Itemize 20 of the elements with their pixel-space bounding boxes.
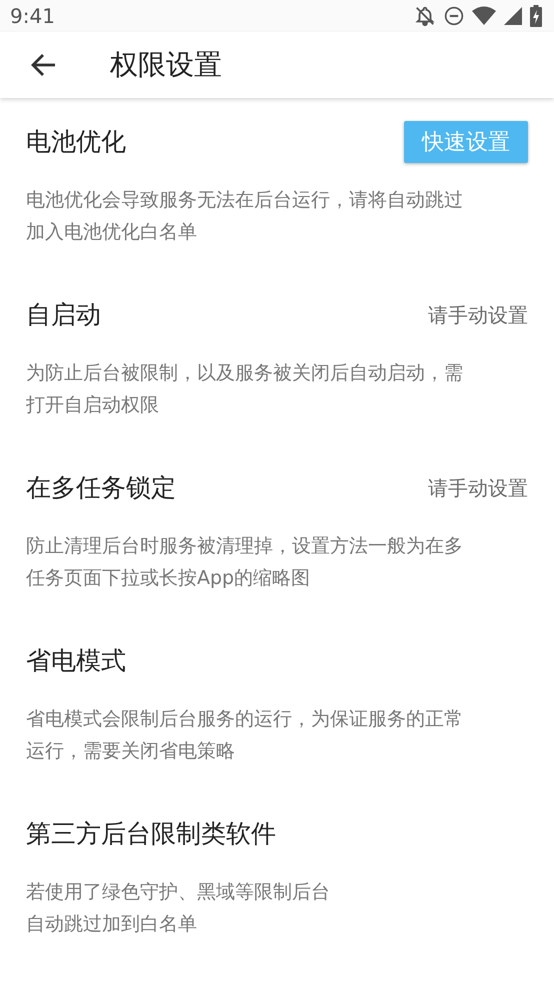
- setting-description: 若使用了绿色守护、黑域等限制后台 自动跳过加到白名单: [26, 880, 331, 937]
- notifications-off-icon: [414, 4, 436, 27]
- battery-charging-icon: [530, 4, 542, 27]
- setting-title: 第三方后台限制类软件: [26, 818, 276, 850]
- setting-description: 电池优化会导致服务无法在后台运行，请将自动跳过 加入电池优化白名单: [26, 188, 464, 245]
- back-arrow-icon[interactable]: [30, 52, 56, 77]
- setting-title: 在多任务锁定: [26, 472, 176, 504]
- setting-description: 为防止后台被限制，以及服务被关闭后自动启动，需 打开自启动权限: [26, 361, 464, 418]
- manual-setup-link[interactable]: 请手动设置: [428, 473, 528, 503]
- setting-title: 省电模式: [26, 645, 126, 678]
- setting-title: 电池优化: [26, 126, 126, 158]
- wifi-icon: [472, 6, 496, 26]
- setting-description: 省电模式会限制后台服务的运行，为保证服务的正常 运行，需要关闭省电策略: [26, 707, 464, 764]
- manual-setup-link[interactable]: 请手动设置: [428, 300, 528, 330]
- status-time: 9:41: [10, 2, 55, 30]
- setting-description: 防止清理后台时服务被清理掉，设置方法一般为在多 任务页面下拉或长按App的缩略图: [26, 534, 464, 591]
- page-title: 权限设置: [110, 46, 222, 83]
- do-not-disturb-icon: [444, 6, 464, 26]
- signal-icon: [504, 6, 522, 25]
- setting-title: 自启动: [26, 299, 101, 332]
